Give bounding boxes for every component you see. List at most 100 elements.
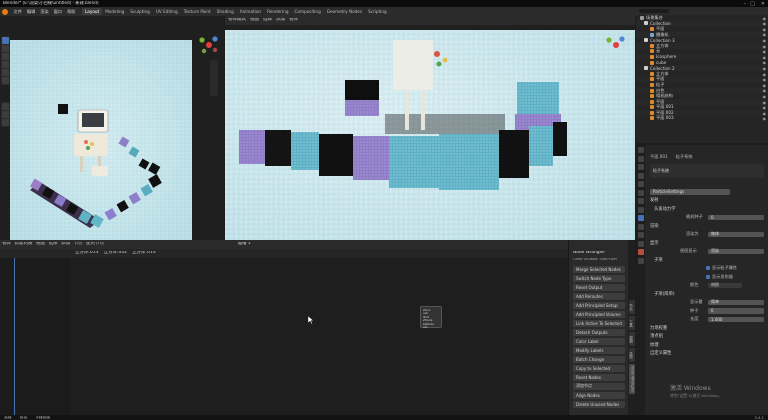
menu-select[interactable]: 选择 <box>263 18 272 23</box>
tab-rendering[interactable]: Rendering <box>264 8 291 15</box>
menu-help[interactable]: 帮助 <box>65 9 78 15</box>
section-vertex-groups[interactable]: 顶点组 <box>650 333 663 339</box>
menu-file[interactable]: 文件 <box>11 9 24 15</box>
outliner-search-input[interactable] <box>639 8 669 14</box>
nw-button[interactable]: Reset Nodes <box>573 374 625 381</box>
nw-button[interactable]: Detach Outputs <box>573 329 625 336</box>
nw-button[interactable]: Delete Unused Nodes <box>573 401 625 408</box>
menu-render[interactable]: 渲染 <box>38 9 51 15</box>
texture-tab-icon[interactable] <box>637 257 644 264</box>
constraints-tab-icon[interactable] <box>637 232 644 238</box>
object-tab-icon[interactable] <box>637 198 644 204</box>
annotate-tool-icon[interactable] <box>2 103 9 110</box>
tab-compositing[interactable]: Compositing <box>291 8 323 15</box>
playhead[interactable] <box>14 258 15 415</box>
tab-animation[interactable]: Animation <box>237 8 264 15</box>
tab-scripting[interactable]: Scripting <box>365 8 390 15</box>
tab-uv-editing[interactable]: UV Editing <box>153 8 181 15</box>
nw-button[interactable]: Add Principled Setup <box>573 302 625 309</box>
add-cube-tool-icon[interactable] <box>2 119 9 126</box>
nw-button[interactable]: Copy to Selected <box>573 365 625 372</box>
tab-texture-paint[interactable]: Texture Paint <box>181 8 214 15</box>
menu-select[interactable]: 选择 <box>49 242 58 247</box>
measure-tool-icon[interactable] <box>2 111 9 118</box>
nw-button[interactable]: Color Label <box>573 338 625 345</box>
section-render[interactable]: 渲染 <box>650 223 659 229</box>
tab-options[interactable]: 选项 <box>629 348 635 362</box>
viewport-right[interactable]: 物体模式 视图 选择 添加 物体 <box>225 16 635 240</box>
breadcrumb-mesh[interactable]: 立方体.002 <box>104 251 128 256</box>
menu-object[interactable]: 物体 <box>289 18 298 23</box>
section-field-weights[interactable]: 力场权重 <box>650 325 667 331</box>
color-select[interactable]: 材质 <box>708 282 742 288</box>
menu-edit[interactable]: 编辑 <box>24 9 37 15</box>
checkbox-show-particles[interactable] <box>706 266 710 270</box>
scene-tab-icon[interactable] <box>637 181 644 187</box>
display-select[interactable]: 渲染 <box>708 248 764 254</box>
nw-button[interactable]: Align Nodes <box>573 392 625 399</box>
tab-node[interactable]: 节点 <box>629 300 635 314</box>
visibility-eye-icon[interactable]: ◉ <box>763 116 767 121</box>
particle-system-list[interactable]: 粒子系统 <box>650 163 764 178</box>
timeline-strip[interactable] <box>0 258 70 415</box>
render-tab-icon[interactable] <box>637 155 644 162</box>
select-tool-icon[interactable] <box>2 37 9 44</box>
material-tab-icon[interactable] <box>637 249 644 255</box>
new-material-button[interactable]: 新建材质 <box>15 242 33 247</box>
physics-tab-icon[interactable] <box>637 223 644 230</box>
tab-view[interactable]: 视图 <box>629 332 635 346</box>
nw-button[interactable]: Add Reroutes <box>573 293 625 300</box>
menu-node[interactable]: 节点 <box>74 242 83 247</box>
children-mode-select[interactable]: 简单 <box>708 299 764 305</box>
particles-tab-icon[interactable] <box>637 215 644 221</box>
section-custom-props[interactable]: 自定义属性 <box>650 350 671 356</box>
section-display[interactable]: 显示 <box>650 240 659 246</box>
section-children-simple[interactable]: 子项(简单) <box>650 291 675 297</box>
menu-add[interactable]: 添加 <box>61 242 70 247</box>
seed2-field[interactable]: 0 <box>708 308 764 314</box>
rotate-tool-icon[interactable] <box>2 61 9 68</box>
scale-tool-icon[interactable] <box>2 69 9 76</box>
shader-node-editor[interactable]: 物体 新建材质 视图 选择 添加 节点 使用节点 插槽 1 立方体.013 立方… <box>0 240 635 415</box>
menu-window[interactable]: 窗口 <box>51 9 64 15</box>
tab-sculpting[interactable]: Sculpting <box>127 8 153 15</box>
length-field[interactable]: 1.000 <box>708 316 764 322</box>
tool-tab-icon[interactable] <box>637 147 644 153</box>
nw-button[interactable]: Modify Labels <box>573 347 625 354</box>
tab-shading[interactable]: Shading <box>214 8 237 15</box>
render-as-select[interactable]: 物体 <box>708 231 764 237</box>
nw-button[interactable]: Switch Node Type <box>573 275 625 282</box>
tab-layout[interactable]: Layout <box>81 8 103 15</box>
nw-button[interactable]: Batch Change <box>573 356 625 363</box>
nw-button[interactable]: Add Principled Volume <box>573 311 625 318</box>
section-emission[interactable]: 发射 <box>650 197 659 203</box>
menu-object-type[interactable]: 物体 <box>2 242 11 247</box>
view-controls[interactable] <box>210 60 218 96</box>
view-layer-tab-icon[interactable] <box>637 172 644 179</box>
seed-field[interactable]: 0 <box>708 214 764 220</box>
outliner-row[interactable]: 平面.003 ◉ <box>636 115 768 121</box>
section-children[interactable]: 子项 <box>650 257 663 263</box>
checkbox-show-emitter[interactable] <box>706 274 710 279</box>
nw-button[interactable]: Reset Output <box>573 284 625 291</box>
tab-tool[interactable]: 工具 <box>629 316 635 330</box>
world-tab-icon[interactable] <box>637 189 644 196</box>
output-tab-icon[interactable] <box>637 164 644 170</box>
slot-selector[interactable]: 插槽 1 <box>238 242 251 247</box>
tab-geometry-nodes[interactable]: Geometry Nodes <box>324 8 365 15</box>
navigation-gizmo-icon[interactable] <box>198 34 220 56</box>
nw-button[interactable]: Link Active To Selected <box>573 320 625 327</box>
move-tool-icon[interactable] <box>2 53 9 60</box>
transform-tool-icon[interactable] <box>2 77 9 84</box>
use-nodes-toggle[interactable]: 使用节点 <box>86 242 104 247</box>
nw-button[interactable]: Merge Selected Nodes <box>573 266 625 273</box>
data-tab-icon[interactable] <box>637 240 644 247</box>
menu-add[interactable]: 添加 <box>276 18 285 23</box>
section-textures[interactable]: 纹理 <box>650 342 659 348</box>
cursor-tool-icon[interactable] <box>2 45 9 52</box>
modifier-tab-icon[interactable] <box>637 206 644 213</box>
viewport-left[interactable] <box>0 16 224 240</box>
tab-modeling[interactable]: Modeling <box>102 8 127 15</box>
particle-settings-field[interactable]: ParticleSettings <box>650 189 730 195</box>
menu-view[interactable]: 视图 <box>36 242 45 247</box>
